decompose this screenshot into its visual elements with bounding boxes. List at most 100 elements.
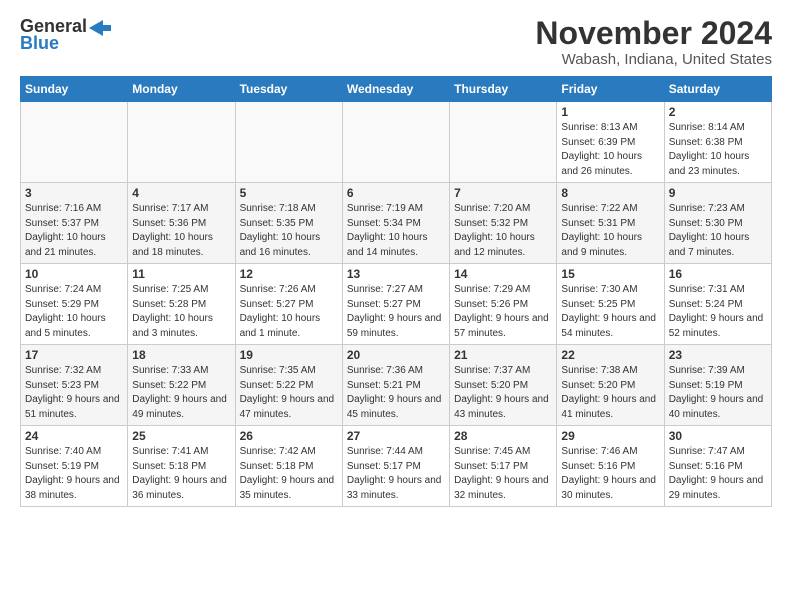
- calendar-cell: 29 Sunrise: 7:46 AMSunset: 5:16 PMDayligh…: [557, 426, 664, 507]
- day-info: Sunrise: 7:29 AMSunset: 5:26 PMDaylight:…: [454, 283, 552, 341]
- day-number: 12: [240, 267, 338, 281]
- calendar-cell: 27 Sunrise: 7:44 AMSunset: 5:17 PMDayligh…: [342, 426, 449, 507]
- calendar-cell: 22 Sunrise: 7:38 AMSunset: 5:20 PMDayligh…: [557, 345, 664, 426]
- logo-arrow-icon: [89, 20, 111, 36]
- day-number: 23: [669, 348, 767, 362]
- calendar-cell: 30 Sunrise: 7:47 AMSunset: 5:16 PMDayligh…: [664, 426, 771, 507]
- day-info: Sunrise: 7:32 AMSunset: 5:23 PMDaylight:…: [25, 364, 123, 422]
- calendar-cell: 17 Sunrise: 7:32 AMSunset: 5:23 PMDayligh…: [21, 345, 128, 426]
- calendar-cell: 12 Sunrise: 7:26 AMSunset: 5:27 PMDayligh…: [235, 264, 342, 345]
- day-info: Sunrise: 7:35 AMSunset: 5:22 PMDaylight:…: [240, 364, 338, 422]
- day-info: Sunrise: 7:27 AMSunset: 5:27 PMDaylight:…: [347, 283, 445, 341]
- col-tuesday: Tuesday: [235, 77, 342, 102]
- day-number: 14: [454, 267, 552, 281]
- calendar-cell: 4 Sunrise: 7:17 AMSunset: 5:36 PMDaylight…: [128, 183, 235, 264]
- day-info: Sunrise: 8:14 AMSunset: 6:38 PMDaylight:…: [669, 121, 767, 179]
- calendar-cell: [21, 102, 128, 183]
- col-friday: Friday: [557, 77, 664, 102]
- col-thursday: Thursday: [450, 77, 557, 102]
- day-number: 22: [561, 348, 659, 362]
- day-number: 19: [240, 348, 338, 362]
- day-number: 25: [132, 429, 230, 443]
- week-row-2: 3 Sunrise: 7:16 AMSunset: 5:37 PMDaylight…: [21, 183, 772, 264]
- day-info: Sunrise: 7:19 AMSunset: 5:34 PMDaylight:…: [347, 202, 445, 260]
- day-number: 13: [347, 267, 445, 281]
- day-number: 28: [454, 429, 552, 443]
- calendar-cell: 25 Sunrise: 7:41 AMSunset: 5:18 PMDayligh…: [128, 426, 235, 507]
- col-sunday: Sunday: [21, 77, 128, 102]
- page-container: General Blue November 2024 Wabash, India…: [0, 0, 792, 517]
- title-block: November 2024 Wabash, Indiana, United St…: [535, 16, 772, 68]
- day-info: Sunrise: 7:24 AMSunset: 5:29 PMDaylight:…: [25, 283, 123, 341]
- calendar-cell: 15Sunrise: 7:30 AMSunset: 5:25 PMDayligh…: [557, 264, 664, 345]
- month-title: November 2024: [535, 16, 772, 51]
- week-row-1: 1 Sunrise: 8:13 AMSunset: 6:39 PMDaylight…: [21, 102, 772, 183]
- day-number: 20: [347, 348, 445, 362]
- logo: General Blue: [20, 16, 111, 54]
- calendar-cell: 28 Sunrise: 7:45 AMSunset: 5:17 PMDayligh…: [450, 426, 557, 507]
- day-info: Sunrise: 7:44 AMSunset: 5:17 PMDaylight:…: [347, 445, 445, 503]
- day-number: 17: [25, 348, 123, 362]
- day-number: 15: [561, 267, 659, 281]
- day-number: 10: [25, 267, 123, 281]
- day-number: 4: [132, 186, 230, 200]
- calendar-cell: [342, 102, 449, 183]
- calendar-table: Sunday Monday Tuesday Wednesday Thursday…: [20, 76, 772, 507]
- calendar-cell: 20 Sunrise: 7:36 AMSunset: 5:21 PMDayligh…: [342, 345, 449, 426]
- calendar-cell: [128, 102, 235, 183]
- day-info: Sunrise: 7:23 AMSunset: 5:30 PMDaylight:…: [669, 202, 767, 260]
- day-number: 27: [347, 429, 445, 443]
- calendar-cell: 18Sunrise: 7:33 AMSunset: 5:22 PMDayligh…: [128, 345, 235, 426]
- calendar-cell: 3 Sunrise: 7:16 AMSunset: 5:37 PMDaylight…: [21, 183, 128, 264]
- day-info: Sunrise: 7:45 AMSunset: 5:17 PMDaylight:…: [454, 445, 552, 503]
- calendar-cell: 7 Sunrise: 7:20 AMSunset: 5:32 PMDaylight…: [450, 183, 557, 264]
- day-number: 1: [561, 105, 659, 119]
- calendar-cell: 8Sunrise: 7:22 AMSunset: 5:31 PMDaylight…: [557, 183, 664, 264]
- day-info: Sunrise: 7:36 AMSunset: 5:21 PMDaylight:…: [347, 364, 445, 422]
- col-monday: Monday: [128, 77, 235, 102]
- day-number: 2: [669, 105, 767, 119]
- col-wednesday: Wednesday: [342, 77, 449, 102]
- day-number: 30: [669, 429, 767, 443]
- day-info: Sunrise: 7:16 AMSunset: 5:37 PMDaylight:…: [25, 202, 123, 260]
- calendar-cell: 13 Sunrise: 7:27 AMSunset: 5:27 PMDayligh…: [342, 264, 449, 345]
- day-number: 11: [132, 267, 230, 281]
- week-row-4: 17 Sunrise: 7:32 AMSunset: 5:23 PMDayligh…: [21, 345, 772, 426]
- location: Wabash, Indiana, United States: [535, 51, 772, 68]
- day-info: Sunrise: 7:46 AMSunset: 5:16 PMDaylight:…: [561, 445, 659, 503]
- logo-blue: Blue: [20, 33, 59, 54]
- col-saturday: Saturday: [664, 77, 771, 102]
- week-row-5: 24Sunrise: 7:40 AMSunset: 5:19 PMDayligh…: [21, 426, 772, 507]
- header-row: Sunday Monday Tuesday Wednesday Thursday…: [21, 77, 772, 102]
- calendar-cell: 10 Sunrise: 7:24 AMSunset: 5:29 PMDayligh…: [21, 264, 128, 345]
- day-info: Sunrise: 8:13 AMSunset: 6:39 PMDaylight:…: [561, 121, 659, 179]
- header: General Blue November 2024 Wabash, India…: [20, 16, 772, 68]
- day-number: 7: [454, 186, 552, 200]
- calendar-cell: [235, 102, 342, 183]
- calendar-cell: 21Sunrise: 7:37 AMSunset: 5:20 PMDayligh…: [450, 345, 557, 426]
- day-info: Sunrise: 7:37 AMSunset: 5:20 PMDaylight:…: [454, 364, 552, 422]
- day-info: Sunrise: 7:22 AMSunset: 5:31 PMDaylight:…: [561, 202, 659, 260]
- day-info: Sunrise: 7:41 AMSunset: 5:18 PMDaylight:…: [132, 445, 230, 503]
- day-number: 29: [561, 429, 659, 443]
- day-number: 6: [347, 186, 445, 200]
- calendar-cell: 19 Sunrise: 7:35 AMSunset: 5:22 PMDayligh…: [235, 345, 342, 426]
- calendar-cell: 24Sunrise: 7:40 AMSunset: 5:19 PMDayligh…: [21, 426, 128, 507]
- calendar-cell: 16Sunrise: 7:31 AMSunset: 5:24 PMDayligh…: [664, 264, 771, 345]
- calendar-cell: [450, 102, 557, 183]
- day-info: Sunrise: 7:26 AMSunset: 5:27 PMDaylight:…: [240, 283, 338, 341]
- day-info: Sunrise: 7:33 AMSunset: 5:22 PMDaylight:…: [132, 364, 230, 422]
- day-info: Sunrise: 7:31 AMSunset: 5:24 PMDaylight:…: [669, 283, 767, 341]
- day-info: Sunrise: 7:20 AMSunset: 5:32 PMDaylight:…: [454, 202, 552, 260]
- day-number: 3: [25, 186, 123, 200]
- week-row-3: 10 Sunrise: 7:24 AMSunset: 5:29 PMDayligh…: [21, 264, 772, 345]
- day-number: 24: [25, 429, 123, 443]
- calendar-cell: 23 Sunrise: 7:39 AMSunset: 5:19 PMDayligh…: [664, 345, 771, 426]
- day-info: Sunrise: 7:42 AMSunset: 5:18 PMDaylight:…: [240, 445, 338, 503]
- day-info: Sunrise: 7:38 AMSunset: 5:20 PMDaylight:…: [561, 364, 659, 422]
- day-info: Sunrise: 7:17 AMSunset: 5:36 PMDaylight:…: [132, 202, 230, 260]
- day-number: 5: [240, 186, 338, 200]
- day-info: Sunrise: 7:39 AMSunset: 5:19 PMDaylight:…: [669, 364, 767, 422]
- day-info: Sunrise: 7:47 AMSunset: 5:16 PMDaylight:…: [669, 445, 767, 503]
- day-number: 26: [240, 429, 338, 443]
